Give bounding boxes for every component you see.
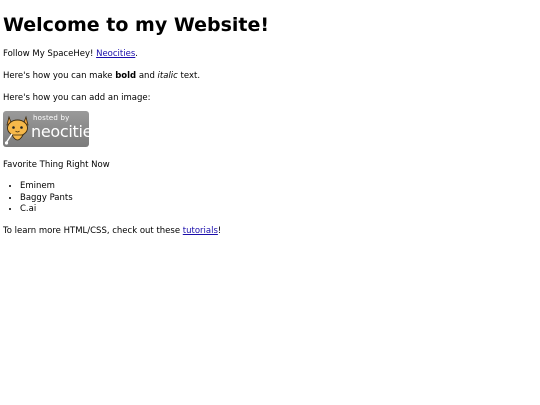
italic-text: italic bbox=[157, 71, 178, 81]
favorites-label: Favorite Thing Right Now bbox=[3, 160, 110, 170]
badge-brand-text: neocities bbox=[31, 122, 89, 141]
neocities-cat-icon bbox=[4, 115, 29, 145]
tutorials-link[interactable]: tutorials bbox=[183, 226, 218, 236]
formatting-paragraph: Here's how you can make bold and italic … bbox=[3, 70, 533, 82]
follow-prefix-text: Follow My SpaceHey! bbox=[3, 49, 97, 59]
list-item: C.ai bbox=[20, 204, 533, 216]
bold-text: bold bbox=[115, 71, 137, 81]
learn-suffix-text: ! bbox=[217, 225, 222, 236]
follow-suffix-text: . bbox=[135, 49, 138, 59]
formatting-middle-text: and bbox=[136, 71, 158, 81]
neocities-link[interactable]: Neocities bbox=[96, 49, 135, 59]
formatting-prefix-text: Here's how you can make bbox=[3, 71, 116, 81]
list-item: Eminem bbox=[20, 181, 533, 193]
hosted-by-neocities-badge[interactable]: hosted by neocities bbox=[3, 111, 89, 147]
image-paragraph: Here's how you can add an image: bbox=[3, 93, 151, 103]
badge-hosted-text: hosted by bbox=[33, 114, 70, 122]
page-title: Welcome to my Website! bbox=[3, 14, 270, 36]
badge-image[interactable]: hosted by neocities bbox=[3, 111, 89, 147]
follow-paragraph: Follow My SpaceHey! Neocities. bbox=[3, 48, 533, 60]
list-item: Baggy Pants bbox=[20, 193, 533, 205]
learn-prefix-text: To learn more HTML/CSS, check out these bbox=[3, 225, 183, 236]
favorites-list: Eminem Baggy Pants C.ai bbox=[3, 181, 533, 216]
formatting-suffix-text: text. bbox=[177, 71, 201, 81]
page-content: Welcome to my Website! Follow My SpaceHe… bbox=[3, 0, 533, 237]
learn-paragraph: To learn more HTML/CSS, check out these … bbox=[3, 225, 533, 237]
